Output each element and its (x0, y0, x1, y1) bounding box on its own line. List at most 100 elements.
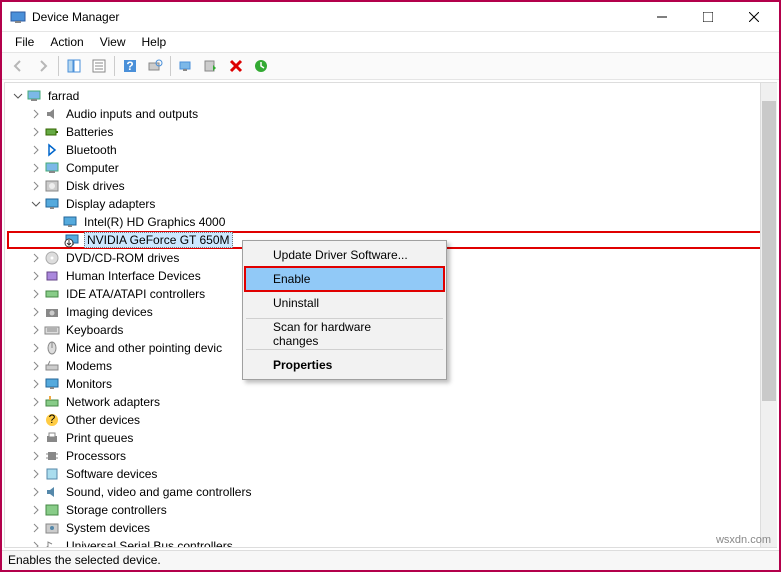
vertical-scrollbar[interactable] (760, 83, 777, 547)
expand-icon[interactable] (29, 341, 43, 355)
expand-icon[interactable] (29, 485, 43, 499)
tree-item[interactable]: Sound, video and game controllers (7, 483, 774, 501)
tree-label: Display adapters (64, 197, 157, 211)
expand-icon[interactable] (29, 143, 43, 157)
usb-icon (44, 538, 60, 548)
expand-icon[interactable] (11, 89, 25, 103)
net-icon (44, 394, 60, 410)
tree-item[interactable]: Software devices (7, 465, 774, 483)
hid-icon (44, 268, 60, 284)
minimize-button[interactable] (639, 2, 685, 32)
expand-icon[interactable] (29, 503, 43, 517)
tree-item[interactable]: Bluetooth (7, 141, 774, 159)
watermark: wsxdn.com (716, 534, 771, 546)
disc-icon (44, 250, 60, 266)
ctx-separator (246, 349, 443, 350)
menu-action[interactable]: Action (43, 33, 90, 51)
expand-icon[interactable] (29, 467, 43, 481)
uninstall-button[interactable] (224, 54, 248, 78)
tree-item[interactable]: Print queues (7, 429, 774, 447)
titlebar: Device Manager (2, 2, 779, 32)
expand-icon[interactable] (29, 125, 43, 139)
tree-item[interactable]: Universal Serial Bus controllers (7, 537, 774, 548)
soft-icon (44, 466, 60, 482)
tree-label: Universal Serial Bus controllers (64, 539, 235, 548)
tree-root[interactable]: farrad (7, 87, 774, 105)
tree-label: Monitors (64, 377, 114, 391)
properties-button[interactable] (87, 54, 111, 78)
ide-icon (44, 286, 60, 302)
tree-item[interactable]: Computer (7, 159, 774, 177)
tree-label: Network adapters (64, 395, 162, 409)
tree-label: Bluetooth (64, 143, 119, 157)
expand-icon[interactable] (29, 449, 43, 463)
expand-icon[interactable] (29, 161, 43, 175)
svg-text:?: ? (49, 412, 56, 426)
expand-icon[interactable] (29, 323, 43, 337)
tree-item[interactable]: System devices (7, 519, 774, 537)
tree-label: Print queues (64, 431, 135, 445)
scan-hardware-button[interactable] (143, 54, 167, 78)
tree-label: Computer (64, 161, 121, 175)
monitor-icon (44, 376, 60, 392)
monitor-down-icon (64, 232, 80, 248)
help-button[interactable]: ? (118, 54, 142, 78)
menu-file[interactable]: File (8, 33, 41, 51)
expand-icon[interactable] (29, 269, 43, 283)
tree-item[interactable]: Batteries (7, 123, 774, 141)
expand-icon[interactable] (29, 377, 43, 391)
battery-icon (44, 124, 60, 140)
show-hide-tree-button[interactable] (62, 54, 86, 78)
mouse-icon (44, 340, 60, 356)
expand-icon[interactable] (29, 305, 43, 319)
close-button[interactable] (731, 2, 777, 32)
expand-icon[interactable] (29, 251, 43, 265)
ctx-scan[interactable]: Scan for hardware changes (245, 322, 444, 346)
cpu-icon (44, 448, 60, 464)
tree-item[interactable]: Disk drives (7, 177, 774, 195)
expand-icon[interactable] (29, 107, 43, 121)
expand-icon[interactable] (29, 197, 43, 211)
unknown-icon: ? (44, 412, 60, 428)
maximize-button[interactable] (685, 2, 731, 32)
back-button (6, 54, 30, 78)
tree-label: Other devices (64, 413, 142, 427)
scrollbar-thumb[interactable] (762, 101, 776, 401)
tree-item-device[interactable]: Intel(R) HD Graphics 4000 (7, 213, 774, 231)
sound-icon (44, 484, 60, 500)
tree-label: Batteries (64, 125, 115, 139)
tree-item[interactable]: Storage controllers (7, 501, 774, 519)
tree-item[interactable]: ? Other devices (7, 411, 774, 429)
tree-label: Software devices (64, 467, 159, 481)
tree-item[interactable]: Network adapters (7, 393, 774, 411)
tree-item[interactable]: Audio inputs and outputs (7, 105, 774, 123)
expand-icon[interactable] (29, 413, 43, 427)
ctx-enable[interactable]: Enable (245, 267, 444, 291)
computer-icon (44, 160, 60, 176)
expand-icon[interactable] (29, 431, 43, 445)
scan-button-2[interactable] (249, 54, 273, 78)
menubar: File Action View Help (2, 32, 779, 52)
context-menu: Update Driver Software... Enable Uninsta… (242, 240, 447, 380)
tree-label: Imaging devices (64, 305, 155, 319)
ctx-properties[interactable]: Properties (245, 353, 444, 377)
toolbar: ? (2, 52, 779, 80)
expand-icon[interactable] (29, 395, 43, 409)
tree-item[interactable]: Processors (7, 447, 774, 465)
ctx-uninstall[interactable]: Uninstall (245, 291, 444, 315)
tree-item-display-adapters[interactable]: Display adapters (7, 195, 774, 213)
expand-icon[interactable] (29, 539, 43, 548)
audio-icon (44, 106, 60, 122)
update-driver-button[interactable] (174, 54, 198, 78)
expand-icon[interactable] (29, 521, 43, 535)
system-icon (44, 520, 60, 536)
expand-icon[interactable] (29, 179, 43, 193)
monitor-icon (62, 214, 78, 230)
expand-icon[interactable] (29, 359, 43, 373)
menu-help[interactable]: Help (135, 33, 174, 51)
expand-icon[interactable] (29, 287, 43, 301)
tree-label: DVD/CD-ROM drives (64, 251, 181, 265)
ctx-update-driver[interactable]: Update Driver Software... (245, 243, 444, 267)
enable-device-button[interactable] (199, 54, 223, 78)
menu-view[interactable]: View (93, 33, 133, 51)
